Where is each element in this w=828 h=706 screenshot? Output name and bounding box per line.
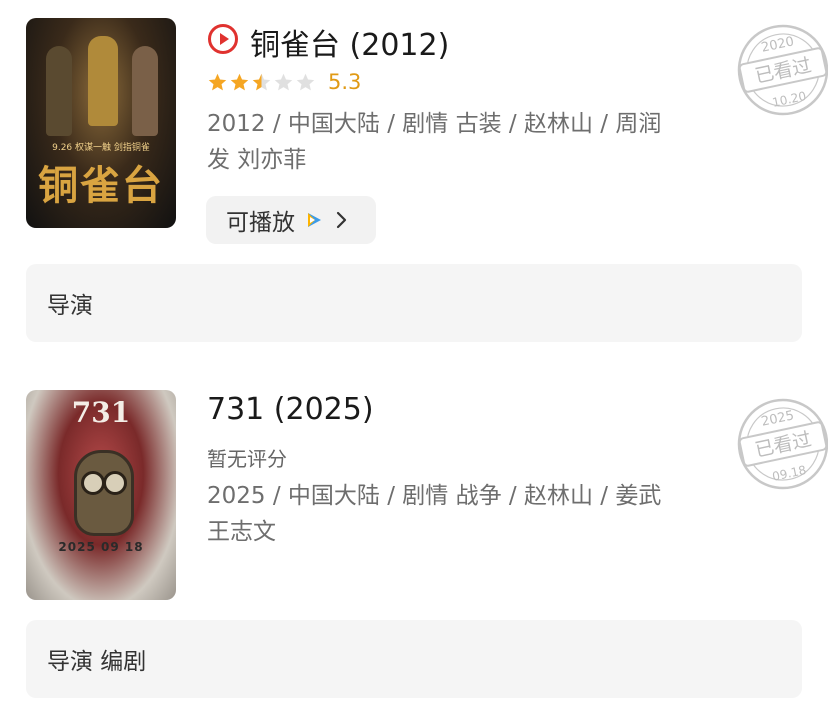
gas-mask-illustration [74, 450, 134, 536]
play-circle-icon [208, 24, 238, 54]
poster-title: 731 [71, 396, 131, 429]
credits-box[interactable]: 导演 [26, 264, 802, 342]
stamp-year: 2020 [760, 34, 795, 56]
credits-label: 导演 编剧 [47, 649, 147, 675]
no-rating-text: 暂无评分 [207, 447, 287, 471]
movie-info: 2012 / 中国大陆 / 剧情 古装 / 赵林山 / 周润发 刘亦菲 [207, 111, 662, 173]
stamp-year: 2025 [760, 408, 795, 430]
watched-stamp-icon: 2025 已看过 09.18 [737, 398, 828, 490]
play-button-label: 可播放 [226, 210, 295, 236]
star-icon [230, 73, 249, 90]
stamp-date: 09.18 [771, 463, 808, 484]
play-available-button[interactable]: 可播放 [206, 196, 376, 244]
poster-title: 铜雀台 [38, 162, 164, 209]
rating-row: 5.3 [207, 70, 361, 94]
stamp-date: 10.20 [771, 89, 808, 110]
star-icon [208, 73, 227, 90]
watched-stamp-icon: 2020 已看过 10.20 [737, 24, 828, 116]
poster-tagline: 9.26 权谋一触 剑指铜雀 [52, 143, 150, 153]
chevron-right-icon [336, 211, 347, 229]
star-empty-icon [296, 73, 315, 90]
movie-poster-2[interactable]: 731 2025 09 18 [26, 390, 176, 600]
poster-date: 2025 09 18 [58, 540, 144, 554]
credits-label: 导演 [47, 293, 93, 319]
movie-title[interactable]: 铜雀台 (2012) [250, 20, 449, 64]
movie-title[interactable]: 731 (2025) [207, 392, 374, 427]
credits-box[interactable]: 导演 编剧 [26, 620, 802, 698]
tencent-video-icon [308, 213, 321, 227]
rating-score: 5.3 [328, 70, 362, 94]
star-half-icon [252, 73, 271, 90]
movie-poster-1[interactable]: 9.26 权谋一触 剑指铜雀 铜雀台 [26, 18, 176, 228]
star-rating [207, 72, 316, 93]
star-empty-icon [274, 73, 293, 90]
movie-info: 2025 / 中国大陆 / 剧情 战争 / 赵林山 / 姜武 王志文 [207, 483, 662, 545]
